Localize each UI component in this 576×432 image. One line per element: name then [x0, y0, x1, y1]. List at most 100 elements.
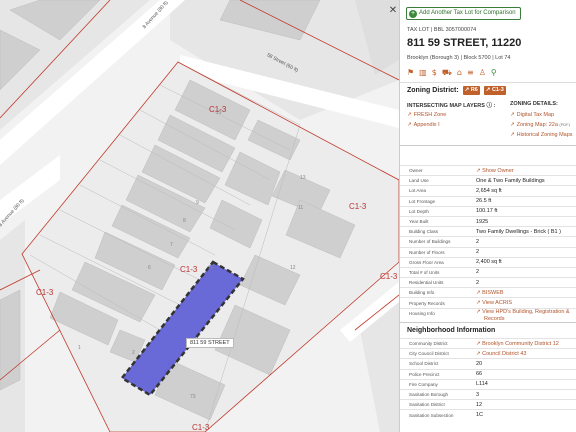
attribute-value: 1C [476, 409, 576, 420]
attribute-link[interactable]: ↗ BISWEB [476, 287, 576, 298]
zone-label: C1-3 [192, 423, 210, 432]
attribute-value-text: 100.17 ft [476, 208, 498, 215]
attribute-key: Year Built [400, 215, 476, 227]
zoning-badge-r6[interactable]: ↗ R6 [462, 86, 480, 95]
attribute-link[interactable]: ↗ View ACRIS [476, 297, 576, 309]
attribute-value-text: BISWEB [482, 289, 504, 296]
map-svg[interactable] [0, 0, 399, 432]
link-icon: ↗ [464, 87, 470, 93]
attribute-value-text: 2 [476, 279, 480, 286]
attribute-link[interactable]: ↗ Show Owner [476, 164, 576, 176]
attribute-link[interactable]: ↗ Council District 43 [476, 348, 576, 359]
attribute-row: Gross Floor Area 2,400 sq ft [400, 256, 576, 268]
attribute-value-text: 2 [476, 249, 480, 256]
attribute-row: Lot Depth 100.17 ft [400, 205, 576, 217]
divider [400, 82, 576, 83]
attribute-row: Property Records ↗ View ACRIS [400, 297, 576, 309]
external-link-icon: ↗ [407, 122, 412, 128]
attribute-value-text: L114 [476, 381, 488, 388]
flag-icon[interactable]: ⚑ [407, 68, 414, 78]
attribute-value-text: Show Owner [482, 167, 514, 174]
person-icon[interactable]: ♙ [479, 68, 486, 78]
lot-number: 12 [290, 265, 296, 271]
page-title: 811 59 STREET, 11220 [407, 37, 522, 49]
map-canvas[interactable]: 8 Avenue (80 ft) 58 Street (60 ft) 8 Ave… [0, 0, 399, 432]
map-layer-appendix-i[interactable]: ↗ Appendix I [407, 122, 440, 128]
lot-number: 9 [196, 200, 199, 206]
map-layers-heading-text: INTERSECTING MAP LAYERS [407, 103, 485, 109]
zoning-district-label: Zoning District: [407, 87, 459, 94]
attribute-row: Lot Frontage 26.5 ft [400, 195, 576, 207]
lot-number: 1 [78, 345, 81, 351]
link-label: FRESH Zone [413, 112, 447, 118]
attribute-link[interactable]: ↗ Brooklyn Community District 12 [476, 337, 576, 349]
zoning-district-row: Zoning District: ↗ R6 ↗ C1-3 [407, 86, 506, 96]
attribute-key: Lot Frontage [400, 195, 476, 207]
zoning-details-heading: ZONING DETAILS: [510, 101, 558, 107]
zoning-badge-label: R6 [470, 87, 478, 93]
lot-number: 73 [190, 394, 196, 400]
map-layers-heading: INTERSECTING MAP LAYERS ⓘ : [407, 103, 496, 109]
chart-icon[interactable]: ▥ [419, 68, 427, 78]
equals-icon[interactable]: ≡ [467, 68, 474, 78]
attribute-value: 100.17 ft [476, 205, 576, 217]
building-icon[interactable]: ⌂ [457, 68, 462, 78]
attribute-key: Lot Area [400, 185, 476, 197]
attribute-value: 26.5 ft [476, 195, 576, 207]
attribute-value: L114 [476, 378, 576, 390]
external-link-icon: ↗ [407, 112, 412, 118]
info-icon[interactable]: ⓘ [486, 103, 492, 109]
historical-zoning-maps-link[interactable]: ↗ Historical Zoning Maps [510, 132, 573, 138]
lot-number: 6 [148, 265, 151, 271]
divider [400, 322, 576, 323]
attribute-row: School District 20 [400, 358, 576, 370]
attribute-row: Sanitation Subsection 1C [400, 409, 576, 420]
attribute-value-text: 12 [476, 401, 483, 408]
link-label: Digital Tax Map [516, 112, 555, 118]
lot-number: 7 [170, 242, 173, 248]
attribute-link[interactable]: ↗ View HPD's Building, Registration & Rec… [476, 307, 576, 323]
attribute-row: Total # of Units 2 [400, 266, 576, 278]
zone-label: C1-3 [349, 202, 367, 211]
attribute-key: Sanitation Subsection [400, 409, 476, 420]
map-pin-icon[interactable]: ⚲ [491, 68, 497, 78]
attribute-row: Year Built 1925 [400, 215, 576, 227]
attribute-key: School District [400, 358, 476, 370]
attribute-value-text: 20 [476, 360, 483, 367]
close-icon[interactable]: ✕ [388, 5, 398, 17]
attribute-value-text: View HPD's Building, Registration & [482, 308, 570, 315]
attribute-row: Owner ↗ Show Owner [400, 164, 576, 176]
external-link-icon: ↗ [510, 122, 515, 128]
attribute-value-text: 2 [476, 238, 480, 245]
attribute-value-text: View ACRIS [482, 300, 512, 307]
attribute-value-text: 1925 [476, 218, 489, 225]
attribute-row: Sanitation Borough 3 [400, 388, 576, 400]
external-link-icon: ↗ [510, 112, 515, 118]
zone-label: C1-3 [180, 265, 198, 274]
attribute-row: Number of Floors 2 [400, 246, 576, 258]
zone-label: C1-3 [36, 288, 54, 297]
dollar-icon[interactable]: $ [432, 68, 437, 78]
zoning-map-link[interactable]: ↗ Zoning Map: 22a (PDF) [510, 122, 570, 128]
neighborhood-body: Community District ↗ Brooklyn Community D… [400, 337, 576, 420]
add-tax-lot-button[interactable]: + Add Another Tax Lot for Comparison [406, 7, 521, 20]
bus-icon[interactable]: ⛟ [442, 68, 452, 78]
plus-icon: + [409, 10, 417, 18]
attribute-key: Sanitation District [400, 399, 476, 410]
building-footprint [0, 289, 21, 391]
attribute-value: Two Family Dwellings - Brick ( B1 ) [476, 226, 576, 237]
attribute-row: Number of Buildings 2 [400, 236, 576, 247]
lot-number: 29 [216, 110, 222, 116]
attribute-row: City Council District ↗ Council District … [400, 348, 576, 359]
attribute-key: Gross Floor Area [400, 256, 476, 268]
attribute-row: Housing Info ↗ View HPD's Building, Regis… [400, 307, 576, 323]
attribute-value: 2 [476, 246, 576, 258]
attribute-value: 2,400 sq ft [476, 256, 576, 268]
zone-label: C1-3 [380, 272, 398, 281]
attribute-value-text: Brooklyn Community District 12 [482, 340, 559, 347]
digital-tax-map-link[interactable]: ↗ Digital Tax Map [510, 112, 554, 118]
zoning-badge-c1-3[interactable]: ↗ C1-3 [483, 86, 506, 95]
attribute-value-text: Records [484, 315, 505, 322]
map-layer-fresh-zone[interactable]: ↗ FRESH Zone [407, 112, 446, 118]
lot-attributes-body: Owner ↗ Show Owner Land Use One & Two Famil… [400, 164, 576, 323]
